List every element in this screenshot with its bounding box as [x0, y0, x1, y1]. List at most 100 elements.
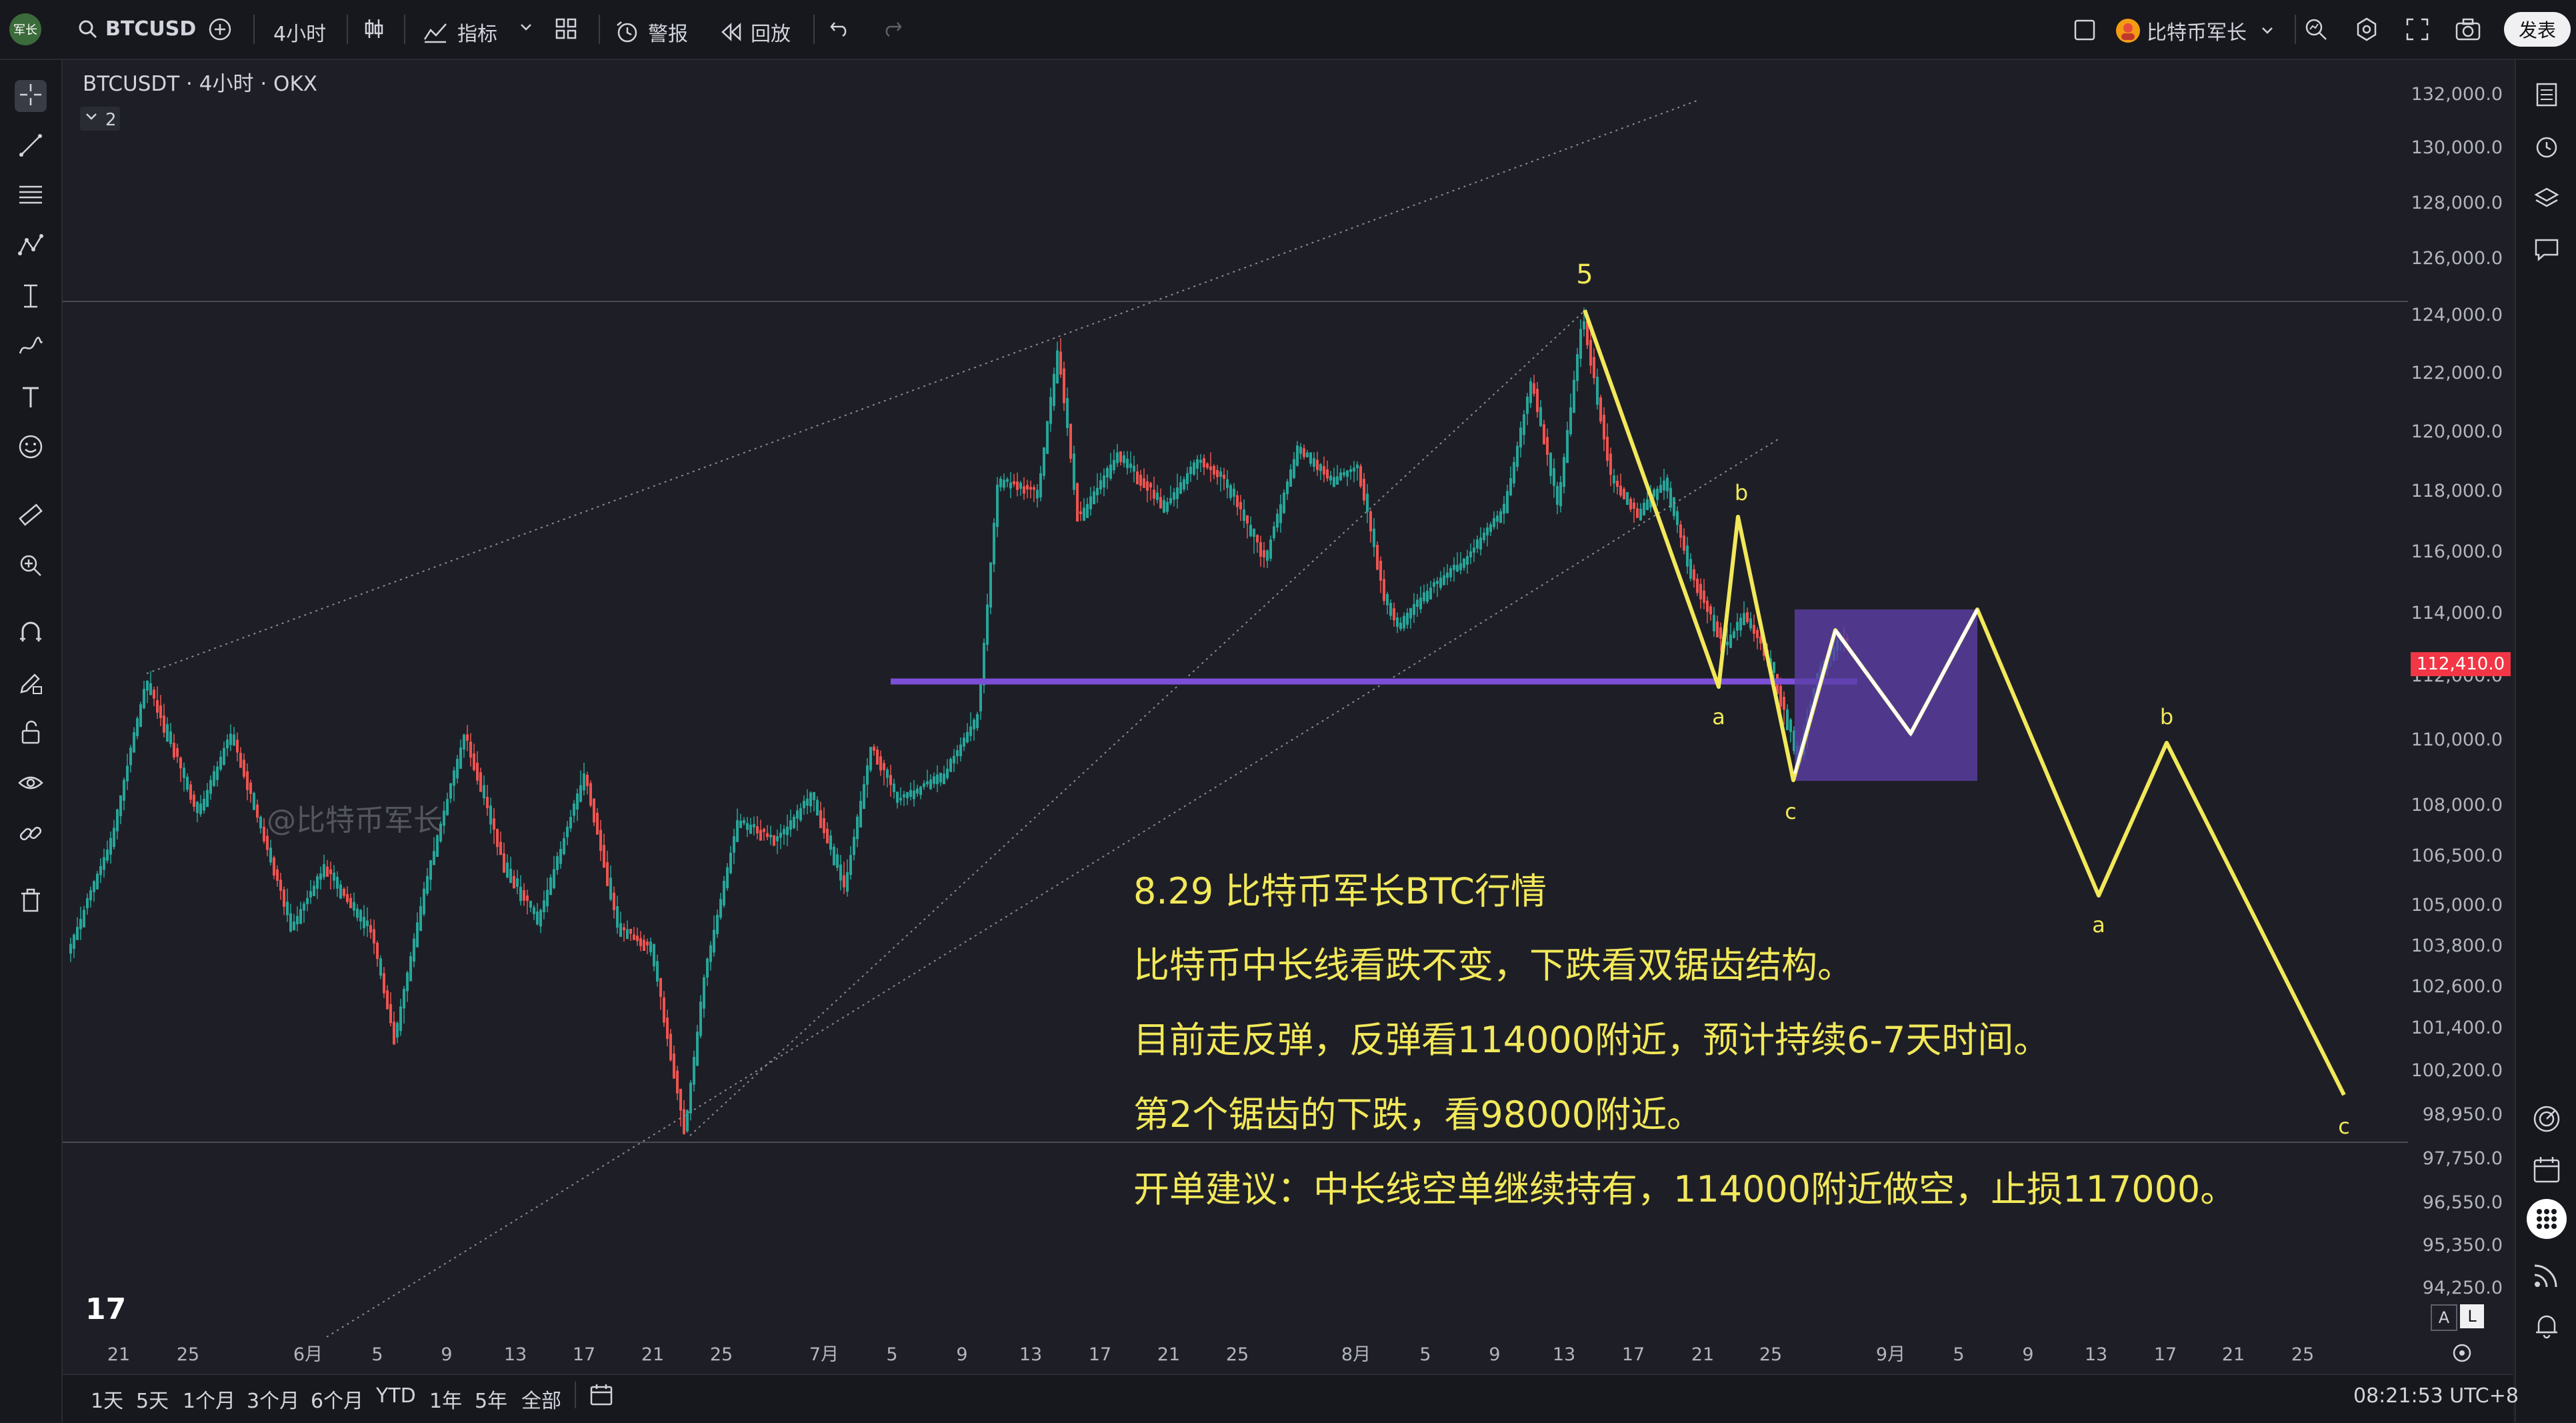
streams-button[interactable]	[2531, 1260, 2563, 1292]
redo-button[interactable]	[881, 19, 903, 37]
screenshot-button[interactable]	[2455, 17, 2481, 41]
fib-tool[interactable]	[15, 180, 47, 212]
pattern-tool[interactable]	[15, 231, 47, 263]
zoom-tool[interactable]	[15, 551, 47, 583]
publish-button[interactable]: 发表	[2504, 12, 2571, 47]
candle-body	[1446, 572, 1449, 578]
candle-body	[1553, 468, 1555, 486]
trendline-tool[interactable]	[15, 131, 47, 163]
magnet-tool[interactable]	[15, 617, 47, 649]
undo-button[interactable]	[829, 19, 851, 37]
candle-body	[1163, 499, 1165, 513]
range-5d[interactable]: 5天	[136, 1384, 169, 1414]
candle-body	[1569, 407, 1572, 435]
price-tick-label: 126,000.0	[2411, 248, 2503, 269]
replay-button[interactable]: 回放	[720, 17, 791, 47]
candle-body	[939, 772, 942, 783]
auto-scale-button[interactable]: A	[2431, 1304, 2457, 1331]
candle-body	[646, 942, 649, 946]
delete-tool[interactable]	[15, 886, 47, 918]
wave-label: c	[1785, 799, 1797, 824]
layout-button[interactable]	[555, 17, 577, 40]
emoji-tool[interactable]	[15, 432, 47, 464]
candle-body	[323, 864, 325, 878]
range-all[interactable]: 全部	[521, 1384, 561, 1414]
symbol-search[interactable]: BTCUSD	[77, 17, 196, 41]
quick-search-button[interactable]	[2304, 17, 2328, 41]
ideas-button[interactable]	[2531, 1104, 2563, 1136]
candle-body	[756, 826, 759, 834]
candle-body	[1216, 469, 1219, 477]
candle-body	[699, 1002, 702, 1036]
candle-body	[503, 853, 505, 873]
candle-body	[83, 910, 85, 928]
candle-body	[1749, 618, 1752, 629]
time-tick-label: 9	[441, 1344, 452, 1365]
app-logo[interactable]: 军长	[9, 13, 41, 45]
interval-button[interactable]: 4小时	[273, 17, 326, 47]
candle-body	[473, 753, 475, 770]
goto-realtime-button[interactable]	[2451, 1342, 2473, 1367]
add-symbol-button[interactable]	[208, 17, 232, 41]
select-checkbox[interactable]	[2073, 19, 2096, 41]
log-scale-button[interactable]: L	[2460, 1304, 2484, 1328]
lock-tool[interactable]	[15, 718, 47, 750]
broadcast-icon	[2532, 1260, 2561, 1292]
sync-drawings-tool[interactable]	[15, 819, 47, 851]
fullscreen-button[interactable]	[2405, 17, 2429, 41]
candle-body	[493, 818, 495, 830]
range-ytd[interactable]: YTD	[376, 1384, 416, 1408]
visibility-tool[interactable]	[15, 768, 47, 800]
calendar-button[interactable]	[2531, 1155, 2563, 1187]
ruler-tool[interactable]	[15, 500, 47, 532]
crosshair-tool[interactable]	[15, 80, 47, 112]
target-icon	[2532, 1104, 2561, 1136]
text-tool[interactable]	[15, 383, 47, 415]
chats-button[interactable]	[2531, 235, 2563, 267]
candle-body	[389, 1004, 392, 1024]
range-3m[interactable]: 3个月	[247, 1384, 299, 1414]
candle-body	[396, 1023, 399, 1038]
chart-type-button[interactable]	[363, 17, 385, 40]
range-1y[interactable]: 1年	[429, 1384, 462, 1414]
candle-body	[1186, 473, 1189, 484]
indicators-dropdown[interactable]	[519, 20, 533, 35]
price-chart[interactable]: 5 b a c b a c 132,000.0 130,000.0 128,000.0 126,0…	[0, 0, 2576, 1422]
apps-button[interactable]	[2527, 1199, 2567, 1239]
candle-body	[716, 914, 719, 934]
candle-body	[283, 889, 285, 907]
candle-body	[1299, 447, 1302, 454]
draw-lock-tool[interactable]	[15, 668, 47, 700]
candle-body	[1839, 636, 1842, 641]
alerts-panel-button[interactable]	[2531, 132, 2563, 164]
candle-body	[643, 940, 645, 952]
candle-body	[1436, 581, 1439, 584]
alert-button[interactable]: 警报	[615, 17, 688, 47]
range-5y[interactable]: 5年	[475, 1384, 507, 1414]
candle-body	[799, 808, 802, 821]
candle-body	[1079, 511, 1082, 514]
candle-body	[669, 1034, 672, 1060]
candle-body	[1369, 511, 1372, 531]
candle-body	[156, 700, 159, 713]
candle-body	[356, 908, 359, 918]
range-6m[interactable]: 6个月	[311, 1384, 363, 1414]
candle-body	[963, 738, 965, 747]
grid-layout-icon	[555, 17, 577, 40]
indicators-button[interactable]: 指标	[423, 17, 497, 47]
candle-body	[1733, 631, 1735, 638]
data-window-button[interactable]	[2531, 184, 2563, 216]
candle-body	[1689, 559, 1692, 579]
range-1m[interactable]: 1个月	[183, 1384, 235, 1414]
price-tick-label: 105,000.0	[2411, 895, 2503, 916]
watchlist-button[interactable]	[2531, 80, 2563, 112]
settings-button[interactable]	[2355, 17, 2379, 41]
candle-body	[1533, 383, 1535, 394]
projection-tool[interactable]	[15, 281, 47, 313]
notifications-button[interactable]	[2531, 1311, 2563, 1343]
price-tick-label: 101,400.0	[2411, 1018, 2503, 1038]
range-1d[interactable]: 1天	[91, 1384, 123, 1414]
goto-date-button[interactable]	[589, 1383, 616, 1410]
brush-tool[interactable]	[15, 332, 47, 364]
account-menu[interactable]: 比特币军长	[2115, 16, 2275, 45]
